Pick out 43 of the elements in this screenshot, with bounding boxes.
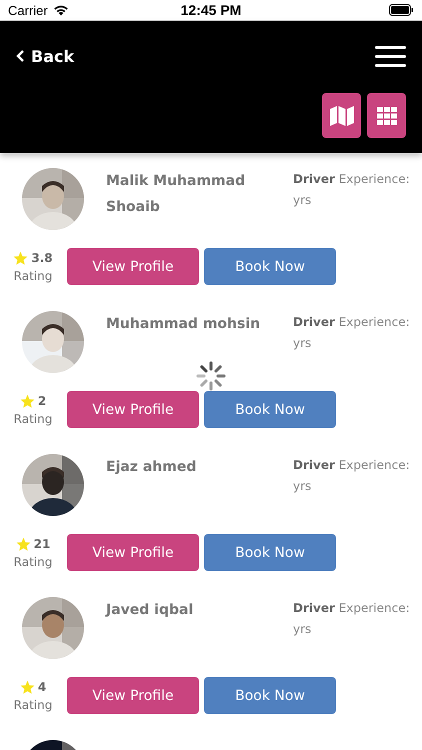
rating-value: 3.8: [31, 251, 53, 265]
view-profile-button[interactable]: View Profile: [67, 248, 199, 285]
book-now-button[interactable]: Book Now: [204, 534, 336, 571]
driver-info: Driver Experience:: [293, 458, 410, 472]
carrier-label: Carrier: [8, 2, 48, 18]
battery-icon: [389, 4, 414, 16]
view-profile-button[interactable]: View Profile: [67, 391, 199, 428]
rating-label: Rating: [14, 412, 52, 426]
grid-view-button[interactable]: [367, 93, 406, 138]
rating-value: 21: [34, 537, 50, 551]
grid-icon: [376, 106, 396, 124]
star-icon: [20, 394, 35, 408]
wifi-icon: [52, 4, 69, 16]
view-profile-button[interactable]: View Profile: [67, 534, 199, 571]
map-icon: [330, 106, 354, 126]
rating-value: 4: [38, 680, 46, 694]
menu-icon[interactable]: [375, 46, 406, 66]
driver-name: Javed iqbal: [106, 601, 194, 620]
book-now-button[interactable]: Book Now: [204, 677, 336, 714]
chevron-icon: [16, 49, 25, 63]
driver-name: Ejaz ahmed: [106, 458, 198, 477]
rating-label: Rating: [14, 698, 52, 712]
rating-label: Rating: [14, 268, 52, 282]
map-view-button[interactable]: [322, 93, 361, 138]
driver-info: Driver Experience:: [293, 315, 410, 329]
view-profile-button[interactable]: View Profile: [67, 677, 199, 714]
experience-unit: yrs: [293, 193, 312, 207]
driver-info: Driver Experience:: [293, 601, 410, 615]
driver-name: Muhammad mohsin: [106, 315, 262, 334]
driver-info: Driver Experience:: [293, 172, 410, 186]
experience-unit: yrs: [293, 622, 312, 636]
status-time: 12:45 PM: [180, 2, 242, 18]
rating-value: 2: [38, 394, 46, 408]
experience-unit: yrs: [293, 479, 312, 493]
back-button[interactable]: Back: [16, 46, 74, 66]
experience-unit: yrs: [293, 336, 312, 350]
rating-label: Rating: [14, 554, 52, 568]
driver-name: Malik Muhammad Shoaib: [106, 172, 246, 217]
star-icon: [13, 250, 28, 266]
book-now-button[interactable]: Book Now: [204, 391, 336, 428]
star-icon: [16, 536, 31, 552]
book-now-button[interactable]: Book Now: [204, 248, 336, 285]
star-icon: [20, 680, 35, 694]
